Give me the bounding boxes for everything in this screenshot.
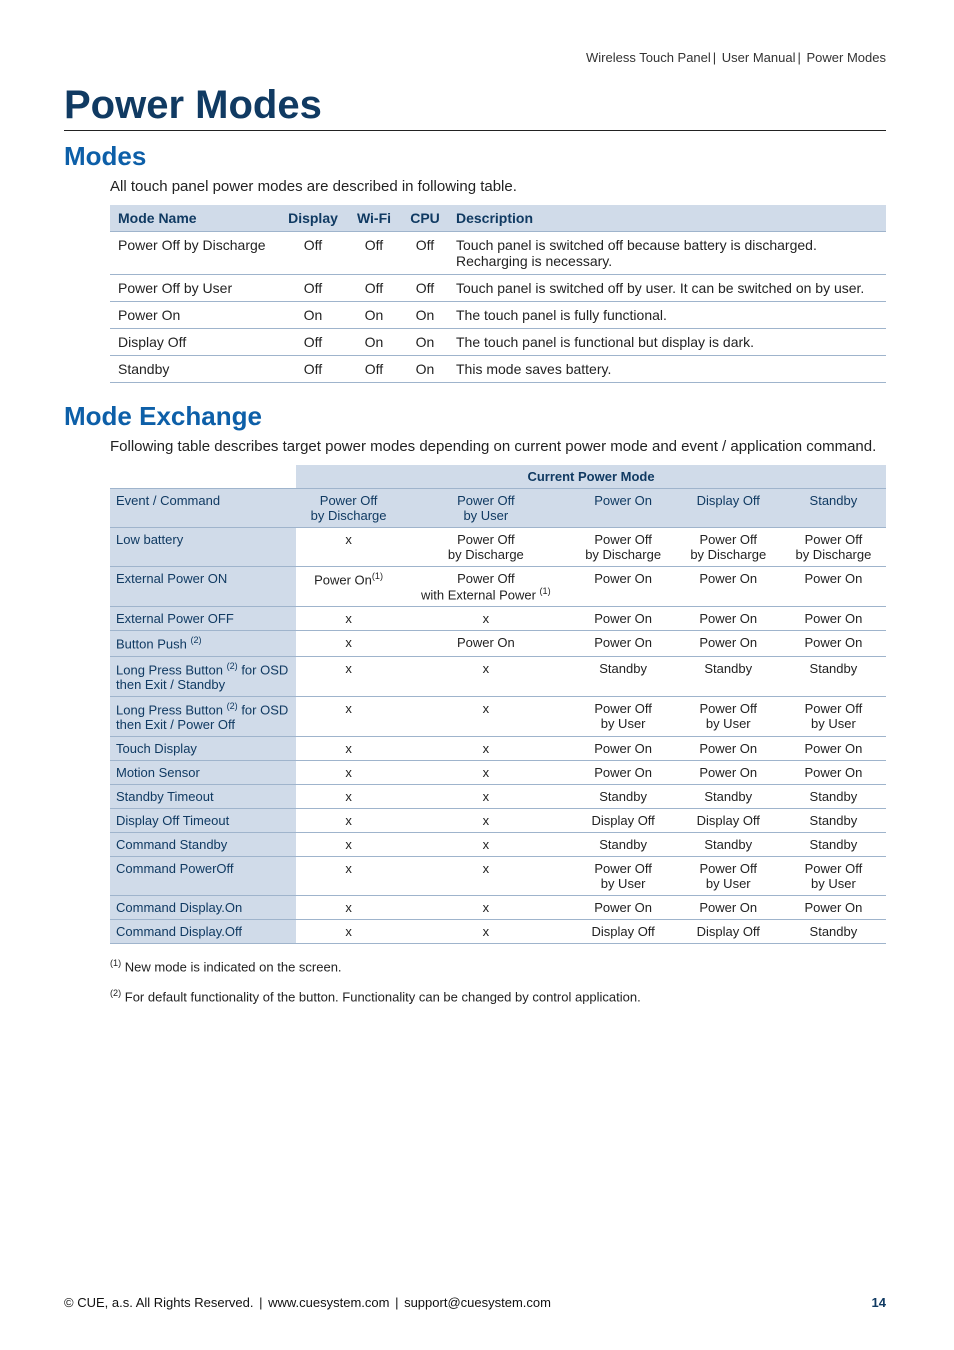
section-exchange-title: Mode Exchange <box>64 401 886 432</box>
exchange-table: Current Power Mode Event / Command Power… <box>110 465 886 944</box>
modes-intro: All touch panel power modes are describe… <box>110 178 886 195</box>
footnote-2: (2) For default functionality of the but… <box>110 988 886 1004</box>
exchange-intro: Following table describes target power m… <box>110 438 886 455</box>
footnote-1: (1) New mode is indicated on the screen. <box>110 958 886 974</box>
breadcrumb: Wireless Touch Panel| User Manual| Power… <box>64 50 886 65</box>
section-modes-title: Modes <box>64 141 886 172</box>
page-title: Power Modes <box>64 83 886 131</box>
modes-table: Mode NameDisplayWi-FiCPUDescription Powe… <box>110 205 886 383</box>
page-footer: © CUE, a.s. All Rights Reserved. | www.c… <box>64 1295 886 1310</box>
